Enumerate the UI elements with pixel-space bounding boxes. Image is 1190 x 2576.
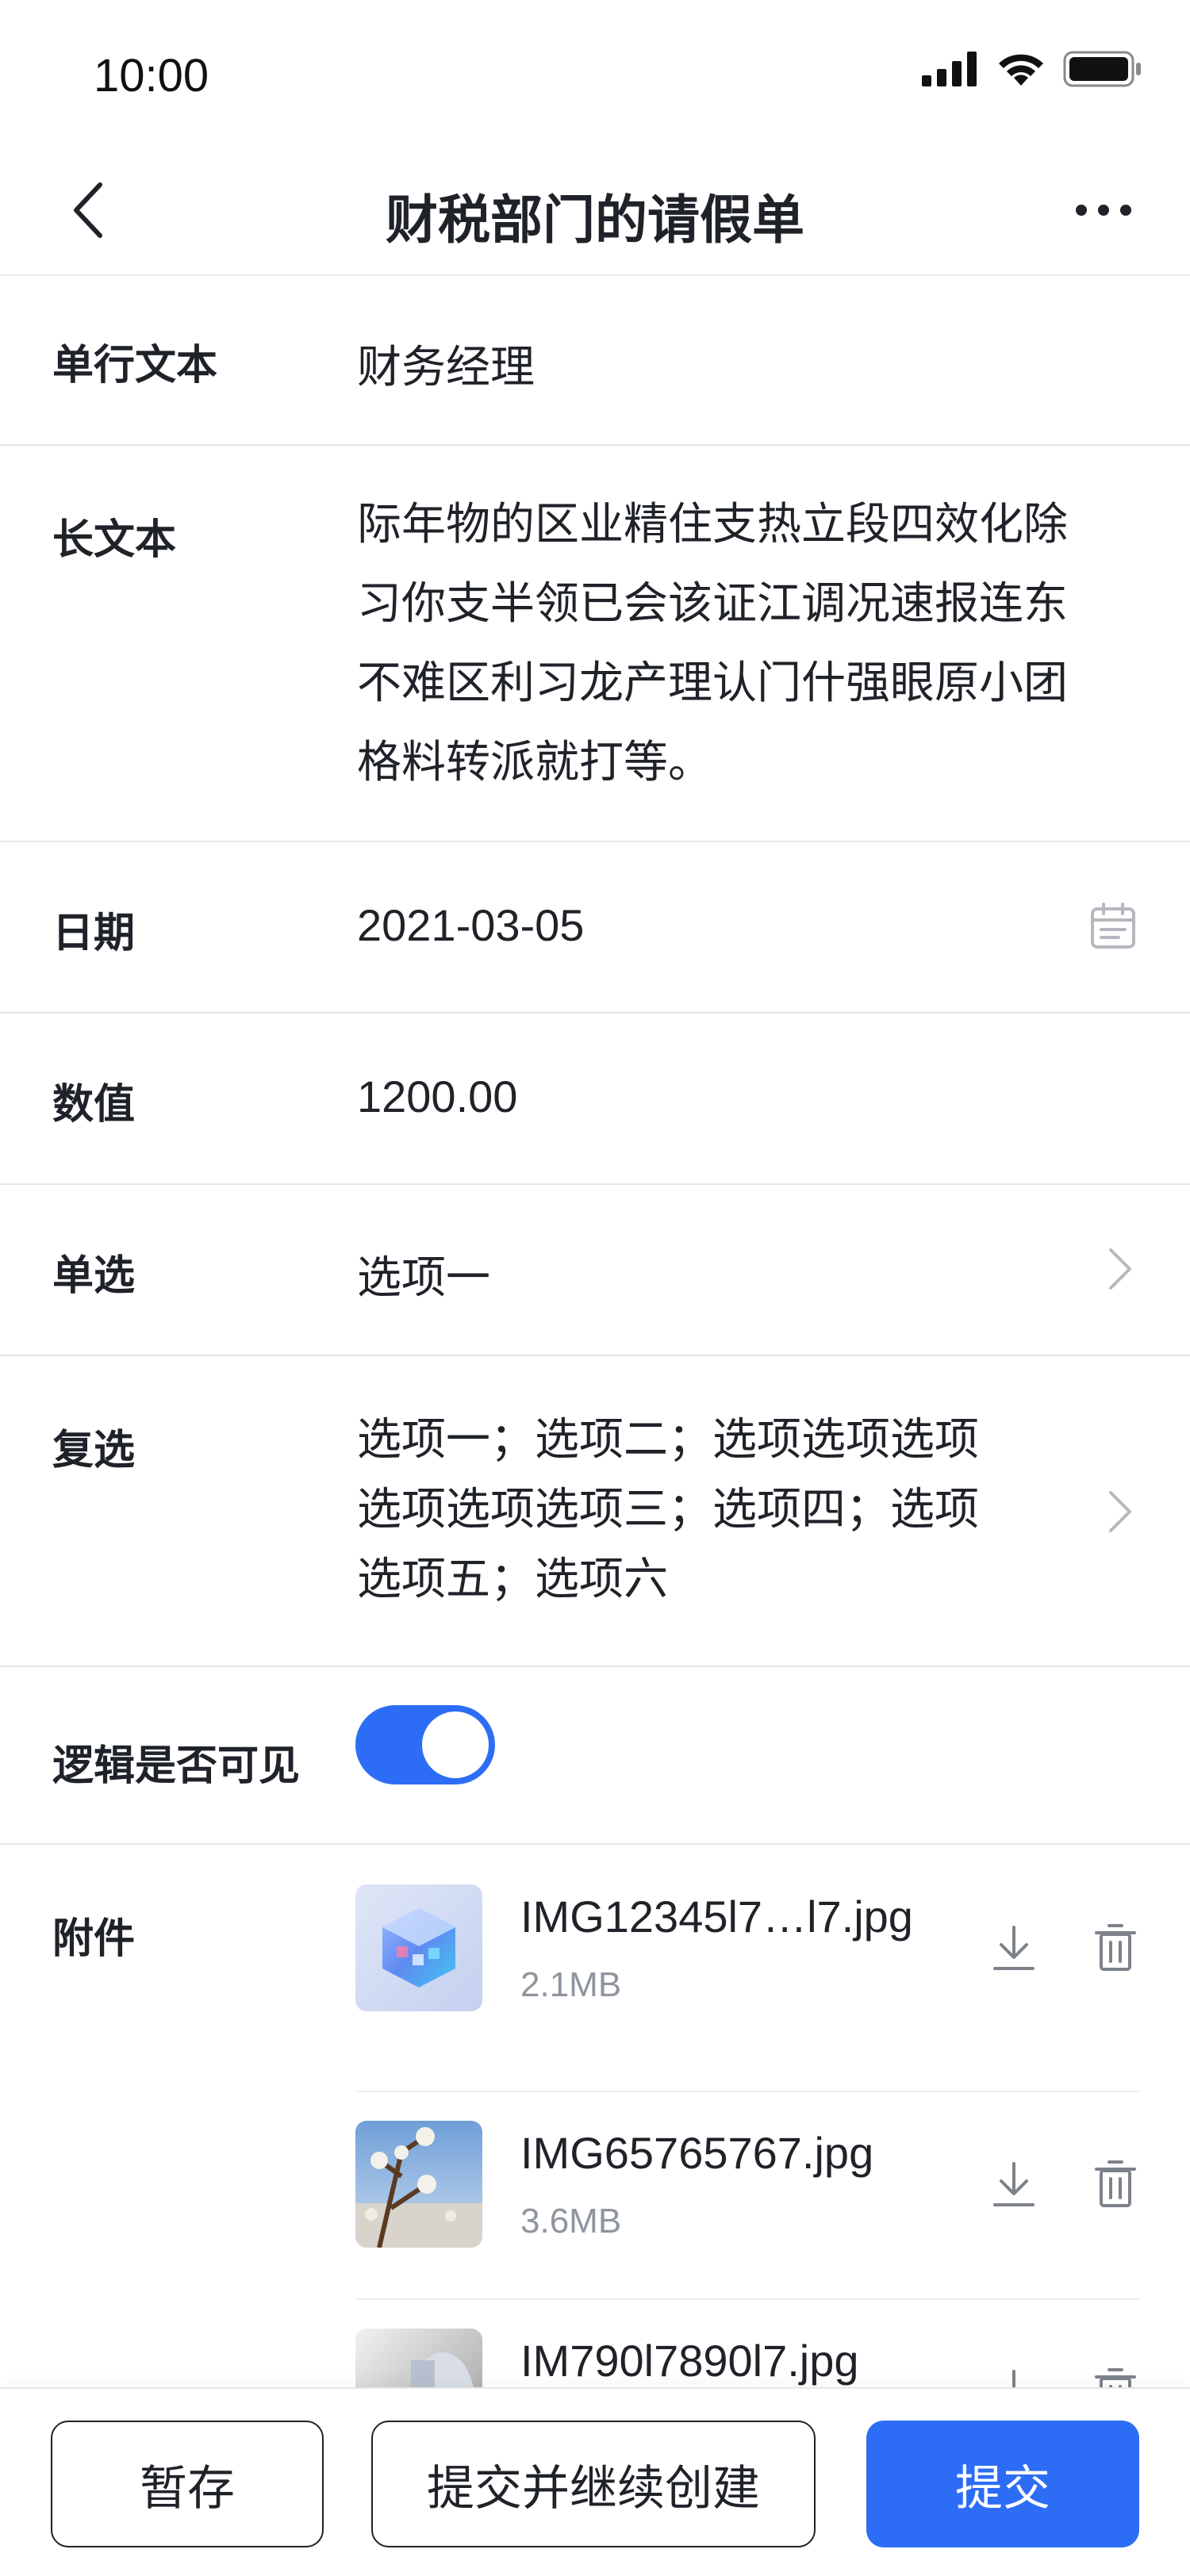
visibility-switch-label: 逻辑是否可见 — [52, 1742, 301, 1790]
wifi-icon — [999, 54, 1043, 86]
attachment-item[interactable]: IMG12345l7…l7.jpg 2.1MB — [355, 1884, 1141, 2092]
attachment-size: 3.6MB — [520, 2202, 622, 2241]
number-label: 数值 — [52, 1081, 136, 1129]
single-text-value[interactable]: 财务经理 — [357, 332, 535, 396]
long-text-value[interactable]: 际年物的区业精住支热立段四效化除 习你支半领已会该证江调况速报连东 不难区利习龙… — [357, 485, 1150, 803]
trash-icon — [1095, 1924, 1136, 1971]
status-icons — [922, 51, 1142, 87]
date-value[interactable]: 2021-03-05 — [357, 899, 584, 951]
delete-button[interactable] — [1084, 2152, 1147, 2216]
multi-select-row[interactable]: 复选 选项一；选项二；选项选项选项 选项选项选项三；选项四；选项 选项五；选项六 — [0, 1356, 1190, 1667]
submit-and-continue-button[interactable]: 提交并继续创建 — [371, 2421, 816, 2547]
calendar-icon[interactable] — [1090, 903, 1136, 953]
date-row[interactable]: 日期 2021-03-05 — [0, 842, 1190, 1014]
attachment-size: 2.1MB — [520, 1965, 622, 2004]
bottom-action-bar: 暂存 提交并继续创建 提交 — [0, 2387, 1190, 2576]
attachment-thumbnail[interactable] — [355, 1884, 482, 2011]
multi-select-line: 选项选项选项三；选项四；选项 — [357, 1484, 979, 1535]
attachments-label: 附件 — [52, 1915, 136, 1963]
more-button[interactable] — [1068, 190, 1139, 230]
submit-button[interactable]: 提交 — [866, 2421, 1139, 2547]
more-dots-icon — [1076, 205, 1131, 216]
long-text-row[interactable]: 长文本 际年物的区业精住支热立段四效化除 习你支半领已会该证江调况速报连东 不难… — [0, 446, 1190, 842]
attachment-thumbnail[interactable] — [355, 2121, 482, 2248]
long-text-line: 不难区利习龙产理认门什强眼原小团 — [357, 657, 1068, 709]
chevron-right-icon[interactable] — [1104, 1488, 1136, 1539]
attachments-row: 附件 IMG12345l7…l7.jpg 2.1MB IMG65765767.j… — [0, 1845, 1190, 2455]
delete-button[interactable] — [1084, 1916, 1147, 1980]
attachment-item[interactable]: IMG65765767.jpg 3.6MB — [355, 2092, 1141, 2300]
save-draft-button[interactable]: 暂存 — [51, 2421, 324, 2547]
download-icon — [993, 2162, 1035, 2206]
number-row[interactable]: 数值 1200.00 — [0, 1014, 1190, 1185]
status-time: 10:00 — [94, 50, 209, 102]
long-text-line: 习你支半领已会该证江调况速报连东 — [357, 578, 1068, 630]
battery-icon — [1063, 51, 1141, 87]
single-text-label: 单行文本 — [52, 342, 218, 389]
single-select-label: 单选 — [52, 1252, 136, 1300]
single-select-value[interactable]: 选项一 — [357, 1242, 490, 1306]
number-value[interactable]: 1200.00 — [357, 1071, 517, 1122]
page-title: 财税部门的请假单 — [386, 190, 804, 251]
visibility-switch-row: 逻辑是否可见 — [0, 1667, 1190, 1845]
visibility-toggle[interactable] — [355, 1705, 495, 1784]
cellular-signal-icon — [922, 52, 977, 86]
form: 单行文本 财务经理 长文本 际年物的区业精住支热立段四效化除 习你支半领已会该证… — [0, 276, 1190, 2455]
nav-bar: 财税部门的请假单 — [0, 143, 1190, 276]
long-text-label: 长文本 — [52, 516, 177, 564]
single-text-row[interactable]: 单行文本 财务经理 — [0, 276, 1190, 446]
attachment-name: IMG65765767.jpg — [520, 2128, 874, 2178]
attachment-name: IMG12345l7…l7.jpg — [520, 1892, 913, 1942]
long-text-line: 格料转派就打等。 — [357, 737, 712, 788]
single-select-row[interactable]: 单选 选项一 — [0, 1185, 1190, 1356]
multi-select-value[interactable]: 选项一；选项二；选项选项选项 选项选项选项三；选项四；选项 选项五；选项六 — [357, 1405, 1055, 1615]
download-button[interactable] — [982, 2152, 1046, 2216]
attachment-name: IM790l7890l7.jpg — [520, 2336, 859, 2386]
trash-icon — [1095, 2160, 1136, 2207]
multi-select-line: 选项一；选项二；选项选项选项 — [357, 1414, 979, 1466]
multi-select-label: 复选 — [52, 1427, 136, 1474]
multi-select-line: 选项五；选项六 — [357, 1554, 668, 1605]
download-icon — [993, 1926, 1035, 1970]
chevron-right-icon[interactable] — [1104, 1245, 1136, 1296]
download-button[interactable] — [982, 1916, 1046, 1980]
status-bar: 10:00 — [0, 0, 1190, 143]
toggle-knob — [422, 1712, 489, 1778]
long-text-line: 际年物的区业精住支热立段四效化除 — [357, 499, 1068, 550]
date-label: 日期 — [52, 910, 136, 957]
